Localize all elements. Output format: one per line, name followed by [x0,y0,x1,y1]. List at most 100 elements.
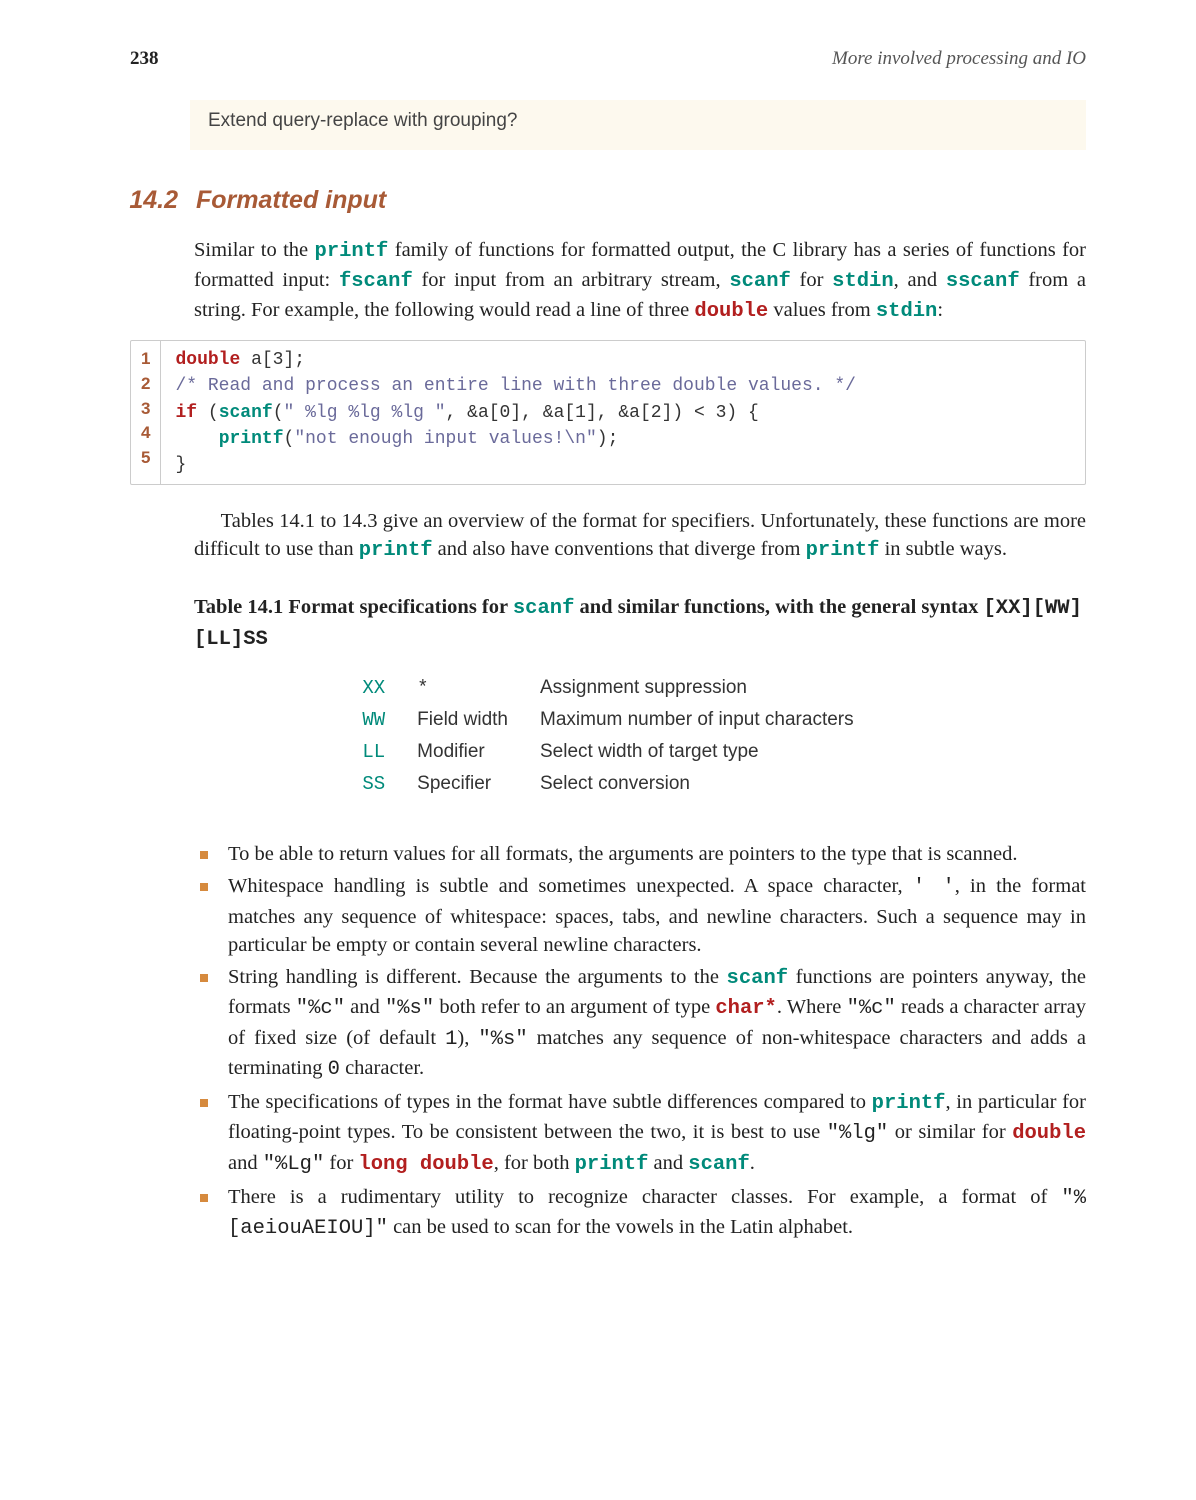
kw-double: double [1012,1122,1086,1145]
table-row: LL Modifier Select width of target type [346,736,869,768]
text: ), [457,1027,478,1049]
section-number: 14.2 [124,186,178,215]
tt: "%lg" [827,1122,889,1145]
code-fn: scanf [219,403,273,423]
table-cell: Modifier [401,736,524,768]
kw-printf: printf [315,240,389,263]
text: * [417,677,428,699]
text: The specifications of types in the forma… [228,1091,872,1113]
text: Similar to the [194,239,315,261]
list-item: The specifications of types in the forma… [222,1088,1086,1179]
kw-charstar: char* [715,997,777,1020]
text: or similar for [888,1121,1012,1143]
table-cell: SS [346,768,401,800]
text: String handling is different. Because th… [228,966,727,988]
text: and [345,996,385,1018]
text: in subtle ways. [879,538,1007,560]
text: . [750,1152,755,1174]
table-cell: Specifier [401,768,524,800]
code-string: "not enough input values!\n" [294,429,596,449]
table-row: XX * Assignment suppression [346,672,869,704]
code-body: double a[3]; /* Read and process an enti… [161,341,870,483]
table-row: WW Field width Maximum number of input c… [346,704,869,736]
table-cell: Assignment suppression [524,672,870,704]
list-item: To be able to return values for all form… [222,840,1086,868]
section-title: Formatted input [196,186,386,215]
text: Whitespace handling is subtle and someti… [228,875,913,897]
list-item: There is a rudimentary utility to recogn… [222,1183,1086,1244]
code-block: 1 2 3 4 5 double a[3]; /* Read and proce… [130,340,1086,484]
kw-printf: printf [575,1153,649,1176]
code-text: } [175,455,186,475]
table-row: SS Specifier Select conversion [346,768,869,800]
text: character. [340,1057,424,1079]
code-fn: printf [219,429,284,449]
line-number: 5 [141,446,150,471]
bullet-list: To be able to return values for all form… [194,840,1086,1244]
code-gutter: 1 2 3 4 5 [131,341,161,483]
table-caption: Table 14.1 Format specifications for sca… [194,593,1086,654]
text: Table 14.1 Format specifications for [194,596,513,618]
kw-printf: printf [806,539,880,562]
table-cell: Select conversion [524,768,870,800]
text: , and [894,269,946,291]
code-text: a[3]; [240,350,305,370]
section-heading: 14.2 Formatted input [124,186,1086,215]
code-text: ); [597,429,619,449]
text: There is a rudimentary utility to recogn… [228,1186,1061,1208]
tt: "%s" [385,997,434,1020]
code-text: ( [197,403,219,423]
kw-fscanf: fscanf [339,270,413,293]
kw-scanf: scanf [729,270,791,293]
tt: ' ' [913,876,955,899]
code-text: ( [284,429,295,449]
text: values from [768,299,876,321]
table-cell: XX [346,672,401,704]
paragraph-tables-intro: Tables 14.1 to 14.3 give an overview of … [194,507,1086,566]
text: and [228,1152,263,1174]
code-text: , &a[0], &a[1], &a[2]) < 3) { [446,403,759,423]
code-string: " %lg %lg %lg " [284,403,446,423]
text: . Where [777,996,847,1018]
text: , for both [494,1152,575,1174]
text: and [648,1152,688,1174]
list-item: String handling is different. Because th… [222,963,1086,1084]
kw-printf: printf [359,539,433,562]
kw-stdin: stdin [832,270,894,293]
table-cell: * [401,672,524,704]
code-text [175,429,218,449]
intro-paragraph: Similar to the printf family of function… [194,236,1086,327]
tt: "%c" [296,997,345,1020]
code-kw: double [175,350,240,370]
kw-long-double: long double [358,1153,493,1176]
text: can be used to scan for the vowels in th… [388,1216,853,1238]
text: both refer to an argument of type [434,996,715,1018]
tt: "%s" [478,1028,527,1051]
text: : [937,299,943,321]
list-item: Whitespace handling is subtle and someti… [222,872,1086,959]
kw-printf: printf [872,1092,946,1115]
kw-double: double [694,300,768,323]
text: for input from an arbitrary stream, [413,269,730,291]
tt: 0 [328,1058,340,1081]
table-cell: WW [346,704,401,736]
note-box: Extend query-replace with grouping? [190,100,1086,150]
chapter-title: More involved processing and IO [832,48,1086,70]
table-cell: Maximum number of input characters [524,704,870,736]
page-number: 238 [130,48,159,70]
table-cell: Select width of target type [524,736,870,768]
text: and similar functions, with the general … [574,596,983,618]
code-text: ( [273,403,284,423]
text: for [791,269,832,291]
line-number: 3 [141,397,150,422]
line-number: 4 [141,421,150,446]
line-number: 2 [141,372,150,397]
code-kw: if [175,403,197,423]
kw-sscanf: sscanf [946,270,1020,293]
tt: 1 [445,1028,457,1051]
format-spec-table: XX * Assignment suppression WW Field wid… [346,672,869,800]
tt: "%Lg" [263,1153,325,1176]
line-number: 1 [141,347,150,372]
kw-scanf: scanf [513,597,575,620]
kw-stdin2: stdin [876,300,938,323]
